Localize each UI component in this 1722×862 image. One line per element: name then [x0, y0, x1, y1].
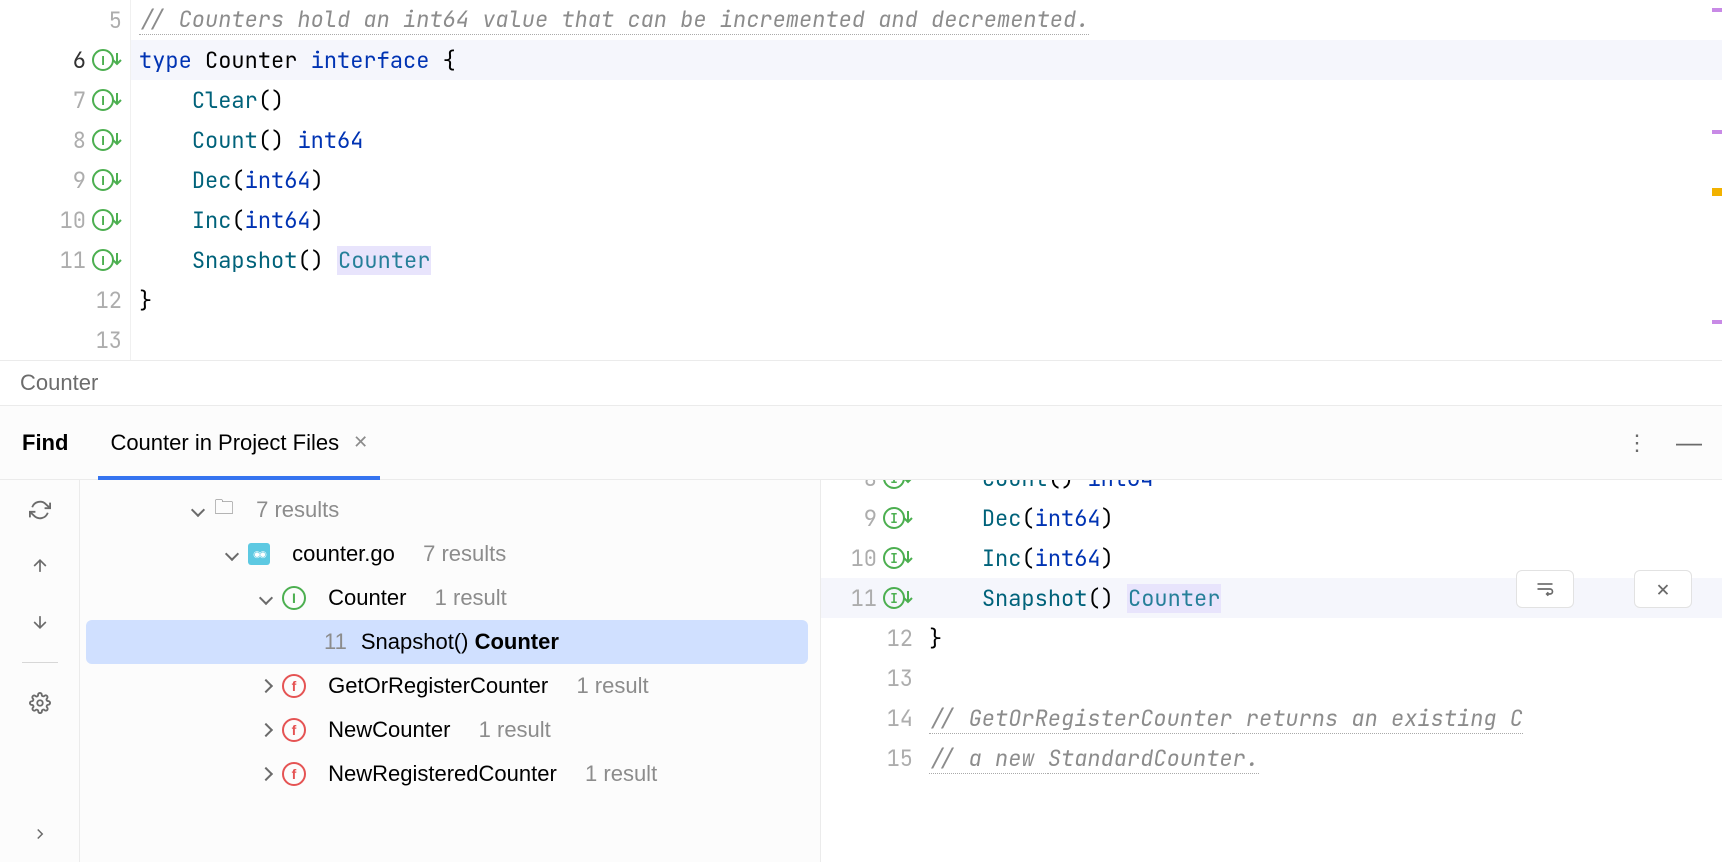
- preview-line[interactable]: 14 // GetOrRegisterCounter returns an ex…: [821, 698, 1722, 738]
- function-icon: f: [282, 674, 306, 698]
- line-number: 11: [851, 584, 877, 613]
- implements-icon[interactable]: [92, 209, 122, 231]
- refresh-icon[interactable]: [24, 494, 56, 526]
- code-line[interactable]: Snapshot() Counter: [131, 240, 1722, 280]
- chevron-down-icon[interactable]: [190, 502, 206, 518]
- function-icon: f: [282, 762, 306, 786]
- code-line[interactable]: Clear(): [131, 80, 1722, 120]
- line-number: 12: [887, 624, 913, 653]
- tree-root[interactable]: 🗀 7 results: [80, 488, 820, 532]
- tree-group[interactable]: I Counter 1 result: [80, 576, 820, 620]
- divider: [22, 662, 58, 663]
- breadcrumb[interactable]: Counter: [0, 360, 1722, 405]
- function-icon: f: [282, 718, 306, 742]
- tree-group[interactable]: f NewCounter 1 result: [80, 708, 820, 752]
- minimize-icon[interactable]: —: [1676, 427, 1702, 458]
- chevron-icon[interactable]: [258, 722, 274, 738]
- implements-icon[interactable]: [92, 89, 122, 111]
- breadcrumb-item[interactable]: Counter: [20, 370, 98, 396]
- code-line[interactable]: [131, 320, 1722, 360]
- implements-icon[interactable]: [92, 129, 122, 151]
- code-area[interactable]: // Counters hold an int64 value that can…: [130, 0, 1722, 360]
- find-tab[interactable]: Counter in Project Files ✕: [98, 406, 380, 479]
- find-preview[interactable]: 8 Count() int64 9 Dec(int64) 10 Inc(int6…: [820, 480, 1722, 862]
- line-number: 7: [73, 86, 86, 115]
- implements-icon[interactable]: [92, 169, 122, 191]
- code-line[interactable]: }: [131, 280, 1722, 320]
- preview-line[interactable]: 13: [821, 658, 1722, 698]
- arrow-down-icon[interactable]: [24, 606, 56, 638]
- implements-icon[interactable]: [883, 507, 913, 529]
- preview-line[interactable]: 12 }: [821, 618, 1722, 658]
- chevron-down-icon[interactable]: [224, 546, 240, 562]
- line-number: 10: [851, 544, 877, 573]
- implements-icon[interactable]: [883, 480, 913, 489]
- tree-group[interactable]: f NewRegisteredCounter 1 result: [80, 752, 820, 796]
- code-line[interactable]: // Counters hold an int64 value that can…: [131, 0, 1722, 40]
- line-number: 12: [96, 286, 122, 315]
- chevron-icon[interactable]: [258, 766, 274, 782]
- minimap-mark[interactable]: [1712, 320, 1722, 324]
- line-number: 14: [887, 704, 913, 733]
- find-title: Find: [0, 430, 98, 456]
- code-line[interactable]: type Counter interface {: [131, 40, 1722, 80]
- more-icon[interactable]: ⋮: [1626, 430, 1648, 456]
- tree-result-selected[interactable]: 11Snapshot() Counter: [86, 620, 808, 664]
- find-panel: Find Counter in Project Files ✕ ⋮ —: [0, 405, 1722, 862]
- chevron-icon[interactable]: [258, 678, 274, 694]
- code-line[interactable]: Inc(int64): [131, 200, 1722, 240]
- gutter: 56 7 8 9 10 11 12 13: [0, 0, 130, 360]
- chevron-icon[interactable]: [258, 590, 274, 606]
- preview-line[interactable]: 15 // a new StandardCounter.: [821, 738, 1722, 778]
- preview-line[interactable]: 9 Dec(int64): [821, 498, 1722, 538]
- chevron-right-icon[interactable]: [24, 818, 56, 850]
- arrow-up-icon[interactable]: [24, 550, 56, 582]
- line-number: 5: [109, 6, 122, 35]
- line-number: 13: [887, 664, 913, 693]
- code-line[interactable]: Count() int64: [131, 120, 1722, 160]
- minimap-mark[interactable]: [1712, 130, 1722, 134]
- soft-wrap-icon[interactable]: [1516, 570, 1574, 608]
- close-icon[interactable]: ✕: [1634, 570, 1692, 608]
- implements-icon[interactable]: [883, 547, 913, 569]
- close-icon[interactable]: ✕: [353, 432, 368, 453]
- line-number: 8: [864, 480, 877, 493]
- implements-icon[interactable]: [92, 249, 122, 271]
- line-number: 9: [73, 166, 86, 195]
- tree-group[interactable]: f GetOrRegisterCounter 1 result: [80, 664, 820, 708]
- main-editor[interactable]: 56 7 8 9 10 11 12 13 // Counters hold an int64 …: [0, 0, 1722, 360]
- gear-icon[interactable]: [24, 687, 56, 719]
- line-number: 6: [73, 46, 86, 75]
- line-number: 13: [96, 326, 122, 355]
- code-line[interactable]: Dec(int64): [131, 160, 1722, 200]
- minimap-mark[interactable]: [1712, 192, 1722, 196]
- line-number: 9: [864, 504, 877, 533]
- preview-line[interactable]: 8 Count() int64: [821, 480, 1722, 498]
- line-number: 8: [73, 126, 86, 155]
- minimap-mark[interactable]: [1712, 8, 1722, 12]
- find-header: Find Counter in Project Files ✕ ⋮ —: [0, 406, 1722, 480]
- tree-file[interactable]: counter.go 7 results: [80, 532, 820, 576]
- interface-icon: I: [282, 586, 306, 610]
- find-sidebar: [0, 480, 80, 862]
- line-number: 11: [60, 246, 86, 275]
- line-number: 10: [60, 206, 86, 235]
- find-results-tree[interactable]: 🗀 7 results counter.go 7 resultsI Counte…: [80, 480, 820, 862]
- folder-icon: 🗀: [214, 493, 234, 527]
- line-number: 15: [887, 744, 913, 773]
- go-file-icon: [248, 543, 270, 565]
- minimap[interactable]: [1712, 0, 1722, 360]
- implements-icon[interactable]: [883, 587, 913, 609]
- implements-icon[interactable]: [92, 49, 122, 71]
